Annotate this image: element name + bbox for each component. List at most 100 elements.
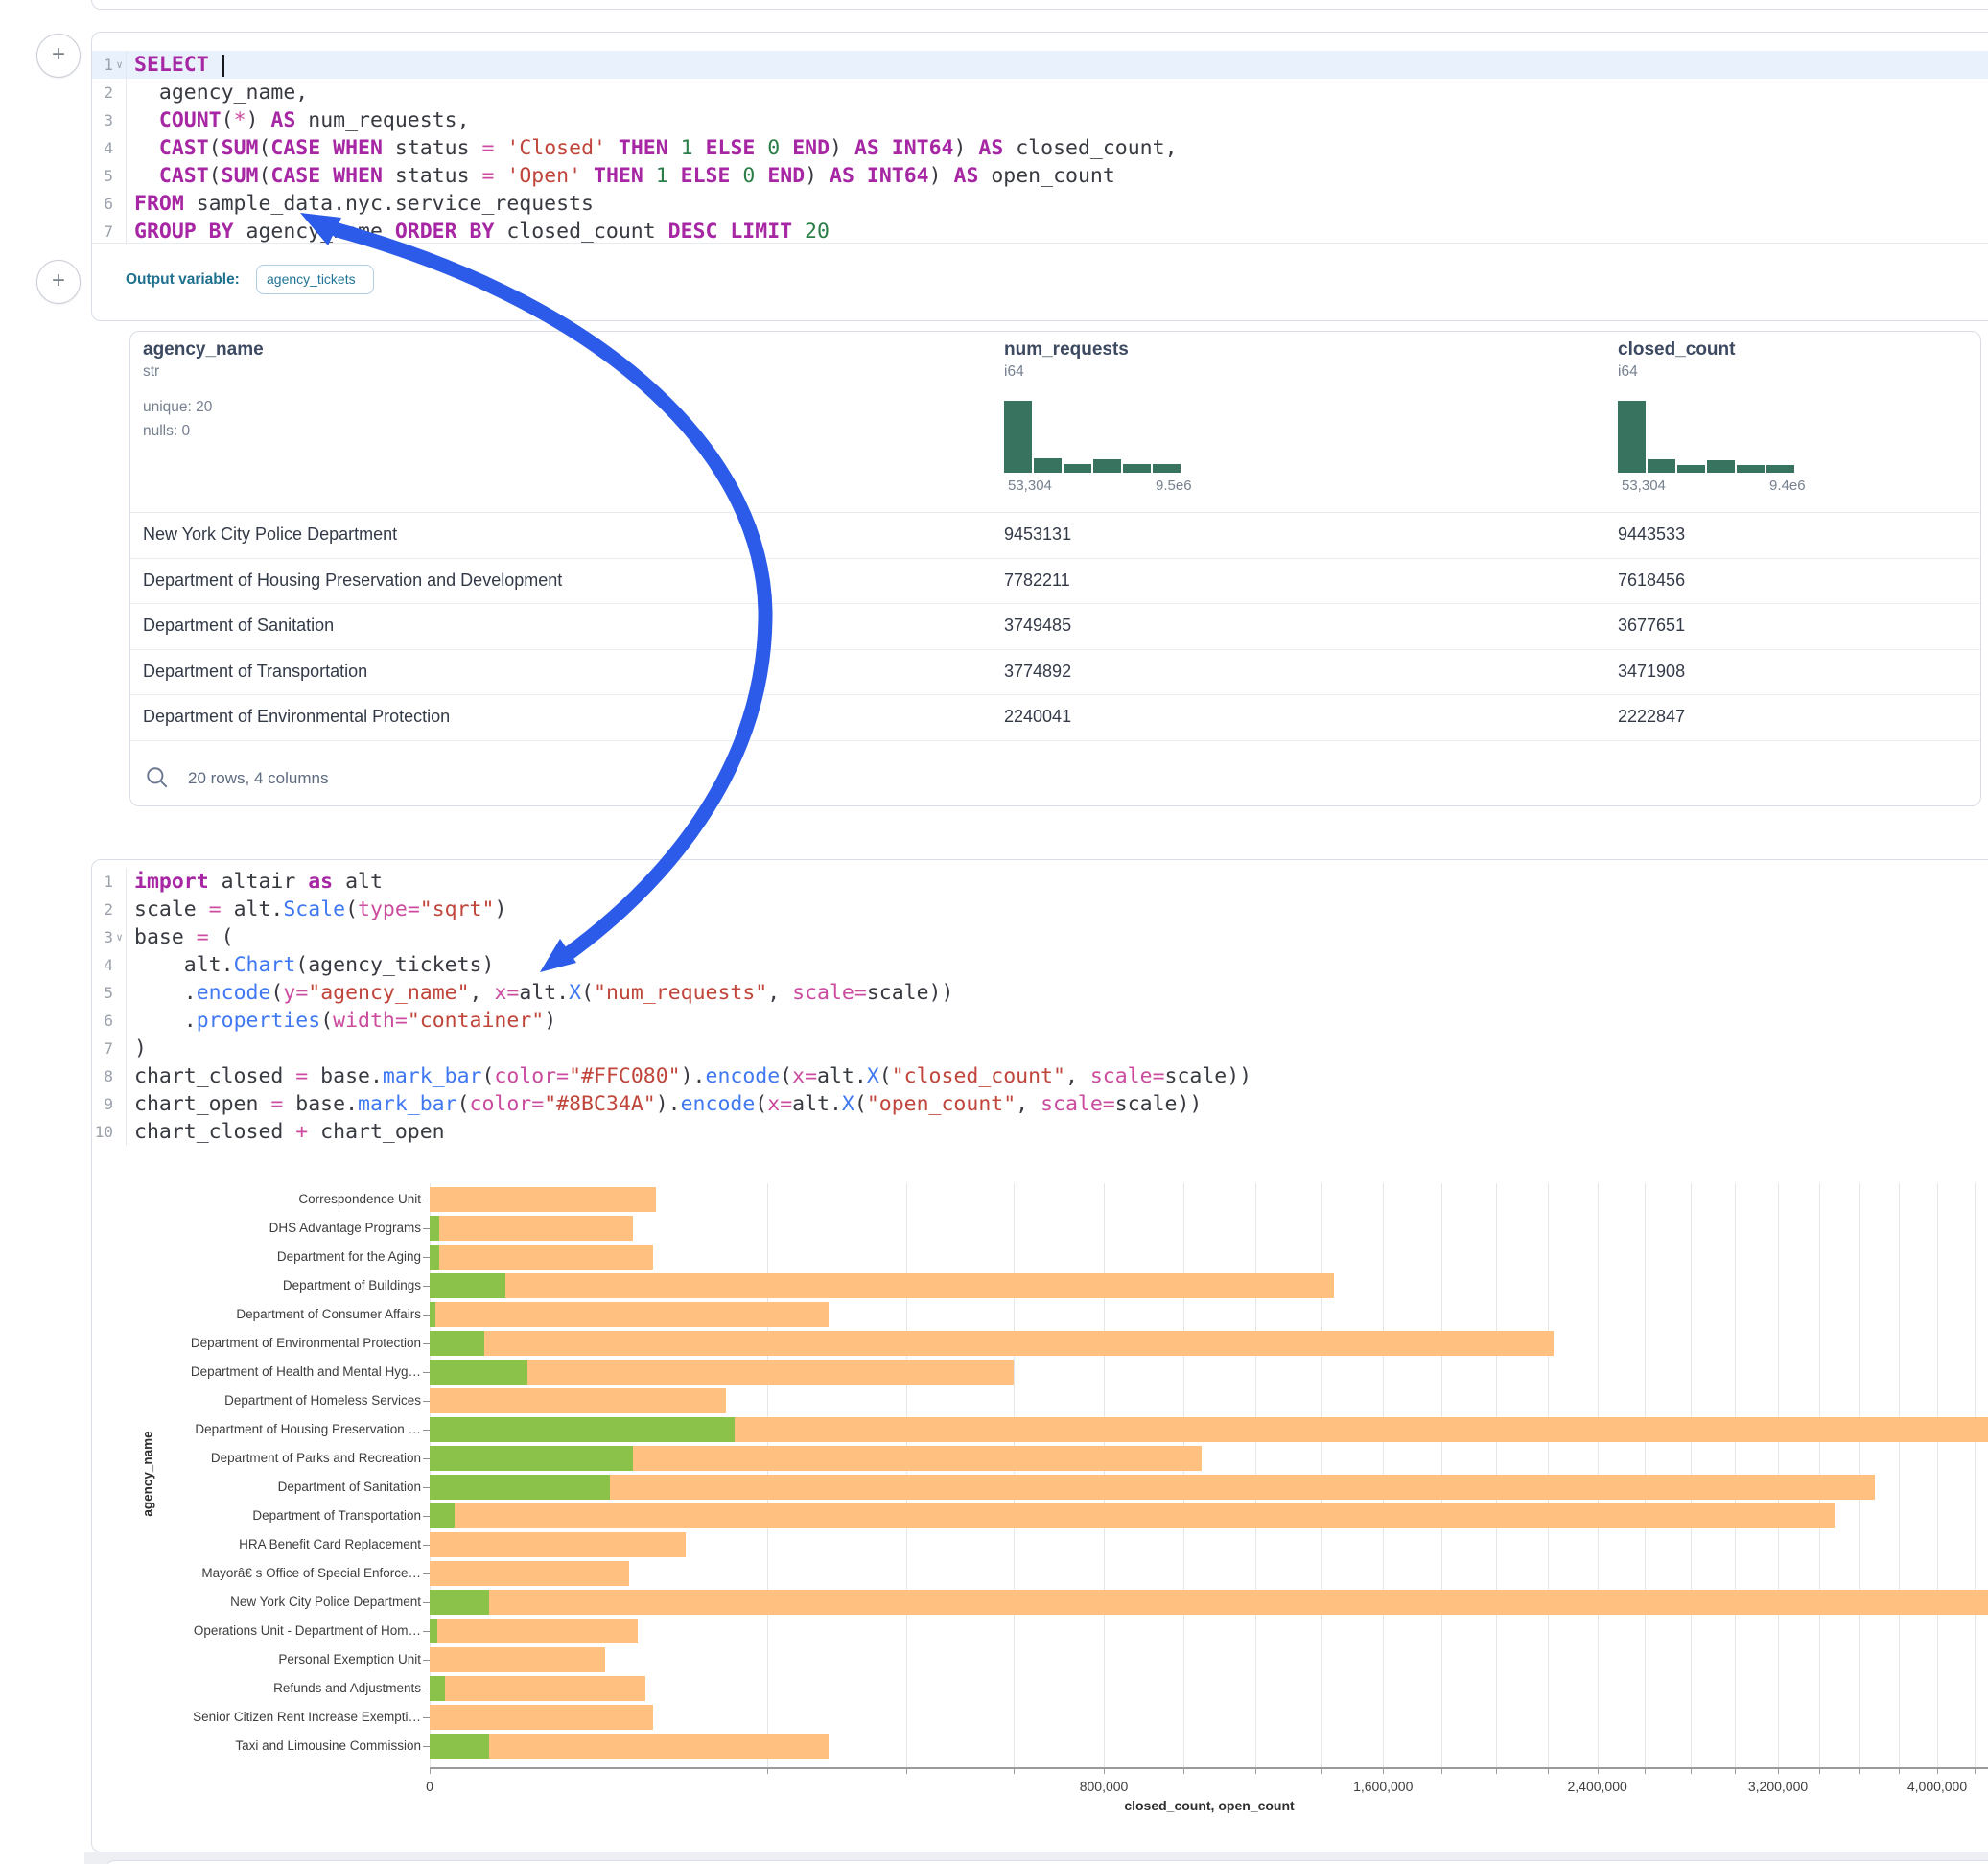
table-row[interactable]: Department of Transportation377489234719…: [130, 649, 1980, 696]
y-axis-tick: [423, 1660, 430, 1661]
histogram-bar: [1766, 465, 1794, 473]
chart-category-label: Taxi and Limousine Commission: [121, 1738, 421, 1753]
x-axis-line: [430, 1767, 1988, 1769]
token-pl: ): [246, 108, 271, 132]
token-pl: [320, 136, 333, 160]
output-variable-pill[interactable]: agency_tickets: [256, 265, 374, 294]
cell-divider: [92, 243, 1988, 244]
bar-open-count: [430, 1331, 484, 1356]
sql-code-line[interactable]: 6FROM sample_data.nyc.service_requests: [92, 190, 1988, 218]
token-kw: WHEN: [333, 164, 383, 188]
add-cell-button[interactable]: +: [36, 260, 81, 304]
token-pl: open_count: [978, 164, 1114, 188]
table-cell: Department of Environmental Protection: [143, 694, 450, 740]
histogram-bar: [1737, 465, 1765, 473]
bar-open-count: [430, 1302, 435, 1327]
fold-spacer: [113, 79, 126, 106]
x-axis-tick-label: 1,600,000: [1353, 1779, 1413, 1794]
column-header-closed_count[interactable]: closed_count: [1618, 339, 1735, 361]
table-cell: 3471908: [1618, 649, 1685, 695]
bar-open-count: [430, 1417, 735, 1442]
cell-card-partial-bottom: [104, 1860, 1988, 1864]
y-axis-tick: [423, 1430, 430, 1431]
bar-open-count: [430, 1676, 445, 1701]
token-kw: CASE: [270, 164, 320, 188]
sql-code-editor[interactable]: 1∨SELECT 2 agency_name,3 COUNT(*) AS num…: [92, 51, 1988, 245]
y-axis-tick: [423, 1631, 430, 1632]
histogram-min-label: 53,304: [1008, 478, 1052, 494]
token-kw: SELECT: [134, 53, 209, 77]
sql-result-table-card: agency_namestrunique: 20nulls: 0num_requ…: [129, 331, 1981, 806]
token-pl: ): [954, 136, 979, 160]
y-axis-tick: [423, 1257, 430, 1258]
chart-gridline: [1899, 1183, 1900, 1767]
token-kw: AS: [270, 108, 295, 132]
table-row[interactable]: Department of Environmental Protection 22…: [130, 694, 1980, 741]
search-icon[interactable]: [145, 765, 170, 790]
y-axis-tick: [423, 1487, 430, 1488]
bar-closed-count: [430, 1619, 638, 1643]
x-axis-tick-label: 4,000,000: [1907, 1779, 1967, 1794]
table-row[interactable]: New York City Police Department945313194…: [130, 512, 1980, 559]
bar-closed-count: [430, 1388, 726, 1413]
chart-category-label: New York City Police Department: [121, 1595, 421, 1609]
token-kw: ELSE: [706, 136, 756, 160]
token-pl: ): [805, 164, 830, 188]
add-cell-button[interactable]: +: [36, 34, 81, 78]
chart-category-label: DHS Advantage Programs: [121, 1221, 421, 1235]
chart-y-axis-title: agency_name: [141, 1431, 155, 1516]
chart-category-label: Mayorâ€ s Office of Special Enforce…: [121, 1566, 421, 1580]
token-kw: INT64: [867, 164, 929, 188]
bar-open-count: [430, 1360, 527, 1385]
token-kw: INT64: [892, 136, 954, 160]
sql-code-line[interactable]: 2 agency_name,: [92, 79, 1988, 106]
token-pl: [606, 136, 619, 160]
token-pl: num_requests,: [295, 108, 469, 132]
token-pl: ): [929, 164, 954, 188]
token-pl: [792, 220, 805, 244]
sql-code-line[interactable]: 3 COUNT(*) AS num_requests,: [92, 106, 1988, 134]
chart-category-label: HRA Benefit Card Replacement: [121, 1537, 421, 1551]
token-num: 1: [681, 136, 693, 160]
token-pl: (: [258, 136, 270, 160]
token-pl: [134, 108, 159, 132]
column-header-agency_name[interactable]: agency_name: [143, 339, 264, 361]
column-type: i64: [1004, 363, 1024, 381]
table-cell: 2222847: [1618, 694, 1685, 740]
token-pl: (: [258, 164, 270, 188]
table-row[interactable]: Department of Housing Preservation and D…: [130, 558, 1980, 605]
token-kw: THEN: [594, 164, 643, 188]
histogram-bar: [1648, 459, 1675, 473]
chart-x-axis-title: closed_count, open_count: [1124, 1798, 1294, 1813]
sql-code-line[interactable]: 4 CAST(SUM(CASE WHEN status = 'Closed' T…: [92, 134, 1988, 162]
line-number: 1: [92, 51, 113, 79]
line-number: 3: [92, 106, 113, 134]
histogram-bar: [1677, 465, 1705, 473]
line-number: 6: [92, 190, 113, 218]
line-number: 2: [92, 79, 113, 106]
token-pl: [581, 164, 594, 188]
bar-open-count: [430, 1446, 633, 1471]
line-number: 7: [92, 218, 113, 245]
token-num: 0: [742, 164, 755, 188]
bar-closed-count: [430, 1590, 1988, 1615]
token-pl: [494, 164, 506, 188]
token-kw: AS: [978, 136, 1003, 160]
table-cell: Department of Sanitation: [143, 603, 334, 649]
bar-closed-count: [430, 1245, 653, 1270]
sql-code-line[interactable]: 1∨ SELECT: [92, 51, 1988, 79]
table-row[interactable]: Department of Sanitation37494853677651: [130, 603, 1980, 650]
token-pl: closed_count,: [1003, 136, 1177, 160]
token-pl: status: [383, 136, 482, 160]
token-kw: END: [792, 136, 830, 160]
column-header-num_requests[interactable]: num_requests: [1004, 339, 1129, 361]
sql-code-line[interactable]: 5 CAST(SUM(CASE WHEN status = 'Open' THE…: [92, 162, 1988, 190]
bar-open-count: [430, 1590, 489, 1615]
table-cell: New York City Police Department: [143, 512, 397, 558]
token-pl: [643, 164, 656, 188]
fold-chevron-icon[interactable]: ∨: [113, 51, 126, 79]
sql-code-line[interactable]: 7GROUP BY agency_name ORDER BY closed_co…: [92, 218, 1988, 245]
fold-spacer: [113, 162, 126, 190]
table-cell: 3774892: [1004, 649, 1071, 695]
x-axis-tick-label: 2,400,000: [1568, 1779, 1627, 1794]
